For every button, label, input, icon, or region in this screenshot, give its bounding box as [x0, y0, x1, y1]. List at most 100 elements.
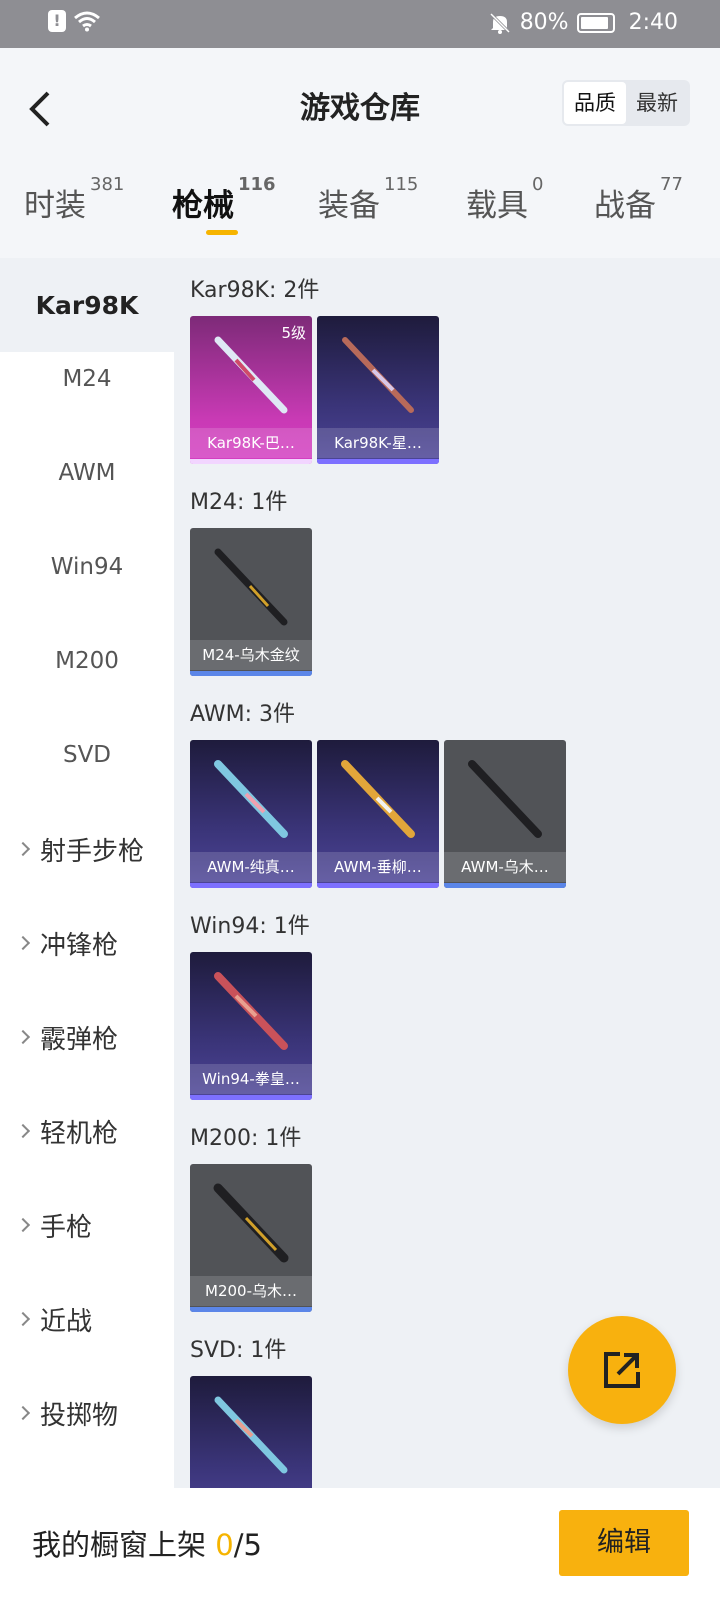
- rarity-bar: [190, 883, 312, 888]
- skin-name: M200-乌木…: [190, 1276, 312, 1306]
- section-title: M200: 1件: [190, 1126, 302, 1151]
- sidebar-item-m24[interactable]: M24: [0, 332, 174, 426]
- rarity-bar: [317, 459, 439, 464]
- sidebar-group-lmg[interactable]: 轻机枪: [0, 1084, 174, 1178]
- showcase-current-count: 0: [215, 1528, 234, 1562]
- header: 游戏仓库 品质 最新 时装381 枪械116 装备115 载具0 战备77: [0, 48, 720, 258]
- skin-name: AWM-垂柳…: [317, 852, 439, 882]
- clock: 2:40: [628, 10, 678, 35]
- tab-label: 战备: [594, 188, 656, 224]
- wifi-icon: [74, 11, 100, 32]
- rarity-bar: [190, 1307, 312, 1312]
- rarity-bar: [190, 459, 312, 464]
- tab-count: 115: [384, 174, 419, 195]
- chevron-right-icon: [15, 1217, 31, 1233]
- section-title: Kar98K: 2件: [190, 278, 320, 303]
- sniper-rifle-icon: [341, 760, 415, 838]
- chevron-right-icon: [15, 1029, 31, 1045]
- sidebar-item-awm[interactable]: AWM: [0, 426, 174, 520]
- skin-card[interactable]: AWM-垂柳…: [317, 740, 439, 888]
- skin-card[interactable]: M24-乌木金纹: [190, 528, 312, 676]
- rarity-bar: [317, 883, 439, 888]
- item-grid: Kar98K: 2件 5级 Kar98K-巴… Kar98K-星… M24: 1…: [174, 258, 720, 1488]
- section-title: M24: 1件: [190, 490, 288, 515]
- section-title: Win94: 1件: [190, 914, 310, 939]
- chevron-right-icon: [15, 1311, 31, 1327]
- tab-label: 装备: [318, 188, 380, 224]
- sniper-rifle-icon: [214, 1396, 288, 1474]
- back-button[interactable]: [20, 84, 60, 134]
- sidebar-group-label: 投掷物: [40, 1400, 119, 1431]
- chevron-right-icon: [15, 841, 31, 857]
- tab-equipment[interactable]: 装备115: [318, 174, 418, 225]
- skin-name: AWM-纯真…: [190, 852, 312, 882]
- footer-bar: 我的橱窗上架 0/5 编辑: [0, 1488, 720, 1600]
- sniper-rifle-icon: [342, 337, 414, 413]
- skin-card[interactable]: AWM-纯真…: [190, 740, 312, 888]
- skin-card[interactable]: AWM-乌木…: [444, 740, 566, 888]
- tab-guns[interactable]: 枪械116: [172, 174, 276, 235]
- category-tabs: 时装381 枪械116 装备115 载具0 战备77: [0, 174, 720, 252]
- sidebar-group-marksman[interactable]: 射手步枪: [0, 802, 174, 896]
- skin-card[interactable]: M200-乌木…: [190, 1164, 312, 1312]
- sidebar-group-throwable[interactable]: 投掷物: [0, 1366, 174, 1460]
- sidebar-item-m200[interactable]: M200: [0, 614, 174, 708]
- share-button[interactable]: [568, 1316, 676, 1424]
- sort-quality[interactable]: 品质: [564, 82, 626, 124]
- chevron-right-icon: [15, 1123, 31, 1139]
- tab-supplies[interactable]: 战备77: [594, 174, 683, 225]
- sidebar-group-label: 射手步枪: [40, 836, 145, 867]
- rarity-bar: [190, 671, 312, 676]
- skin-card[interactable]: [190, 1376, 312, 1488]
- rarity-bar: [190, 1095, 312, 1100]
- sidebar-item-svd[interactable]: SVD: [0, 708, 174, 802]
- chevron-right-icon: [15, 935, 31, 951]
- sort-toggle: 品质 最新: [562, 80, 690, 126]
- skin-card[interactable]: 5级 Kar98K-巴…: [190, 316, 312, 464]
- tab-vehicles[interactable]: 载具0: [466, 174, 543, 225]
- share-external-icon: [604, 1352, 640, 1388]
- tab-fashion[interactable]: 时装381: [24, 174, 124, 225]
- sniper-rifle-icon: [213, 1183, 289, 1263]
- sidebar: Kar98K M24 AWM Win94 M200 SVD 射手步枪 冲锋枪 霰…: [0, 258, 174, 1488]
- sniper-rifle-icon: [214, 972, 288, 1050]
- section-title: AWM: 3件: [190, 702, 295, 727]
- sidebar-group-label: 轻机枪: [40, 1118, 119, 1149]
- back-arrow-icon: [29, 91, 50, 127]
- sidebar-group-label: 霰弹枪: [40, 1024, 119, 1055]
- skin-name: M24-乌木金纹: [190, 640, 312, 670]
- status-bar: ! 80% 2:40: [0, 0, 720, 48]
- skin-name: Kar98K-星…: [317, 428, 439, 458]
- sidebar-group-shotgun[interactable]: 霰弹枪: [0, 990, 174, 1084]
- showcase-status: 我的橱窗上架 0/5: [32, 1522, 262, 1564]
- chevron-right-icon: [15, 1405, 31, 1421]
- showcase-label: 我的橱窗上架: [32, 1528, 207, 1562]
- rarity-bar: [444, 883, 566, 888]
- alert-icon: !: [48, 10, 66, 32]
- skin-name: Win94-拳皇…: [190, 1064, 312, 1094]
- sort-newest[interactable]: 最新: [626, 82, 688, 124]
- sidebar-item-win94[interactable]: Win94: [0, 520, 174, 614]
- skin-name: AWM-乌木…: [444, 852, 566, 882]
- skin-card[interactable]: Kar98K-星…: [317, 316, 439, 464]
- tab-count: 381: [90, 174, 125, 195]
- edit-button[interactable]: 编辑: [559, 1510, 689, 1576]
- tab-label: 载具: [466, 188, 528, 224]
- skin-name: Kar98K-巴…: [190, 428, 312, 458]
- sidebar-group-pistol[interactable]: 手枪: [0, 1178, 174, 1272]
- battery-icon: [576, 12, 615, 33]
- tab-label: 枪械: [172, 188, 234, 224]
- mute-bell-icon: [489, 12, 510, 34]
- sidebar-group-label: 手枪: [40, 1212, 93, 1243]
- tab-count: 116: [238, 174, 276, 195]
- sidebar-group-smg[interactable]: 冲锋枪: [0, 896, 174, 990]
- tab-count: 77: [660, 174, 683, 195]
- sniper-rifle-icon: [214, 548, 288, 626]
- showcase-total: /5: [233, 1528, 262, 1562]
- skin-card[interactable]: Win94-拳皇…: [190, 952, 312, 1100]
- sniper-rifle-icon: [214, 336, 288, 414]
- battery-percent: 80%: [519, 10, 569, 35]
- tab-count: 0: [532, 174, 544, 195]
- sniper-rifle-icon: [214, 760, 288, 838]
- sidebar-group-melee[interactable]: 近战: [0, 1272, 174, 1366]
